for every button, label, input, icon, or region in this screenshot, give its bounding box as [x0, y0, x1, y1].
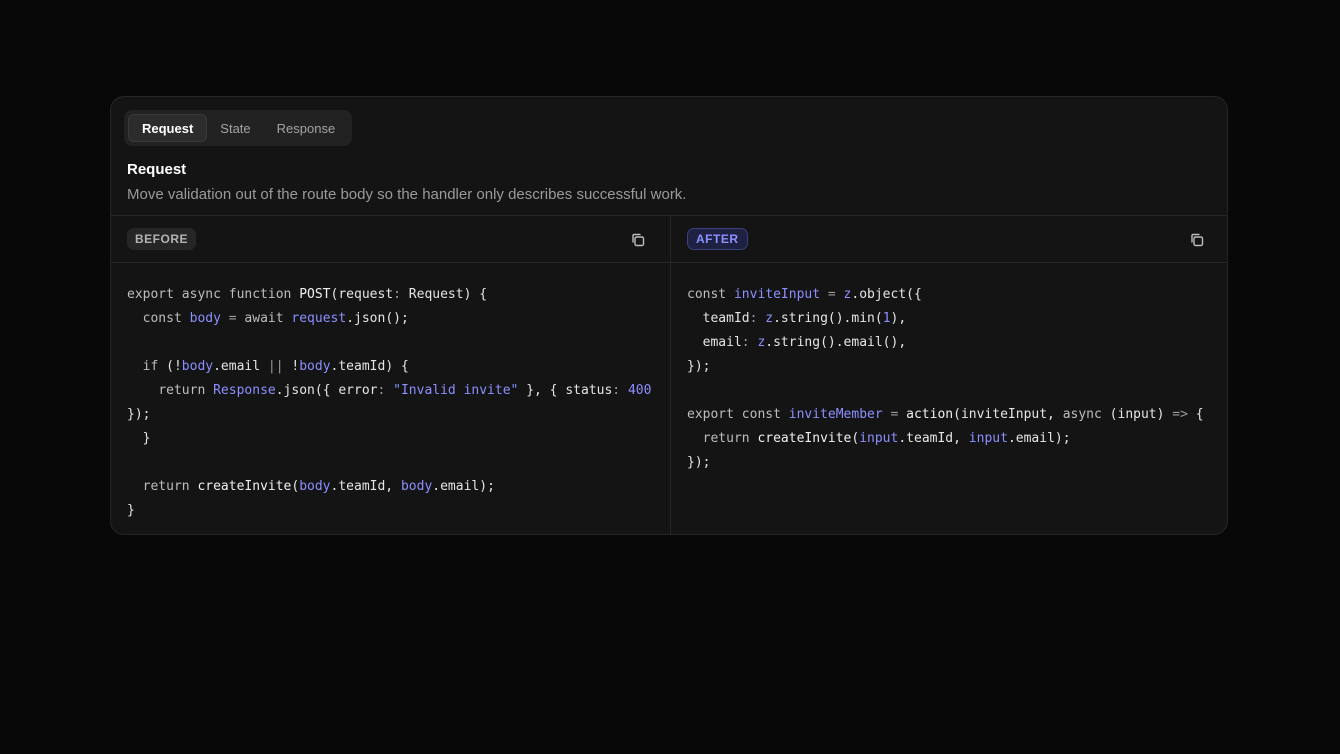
- section-description: Move validation out of the route body so…: [127, 186, 687, 203]
- after-badge: AFTER: [687, 228, 748, 250]
- tab-state[interactable]: State: [207, 114, 263, 142]
- before-badge: BEFORE: [127, 228, 197, 250]
- tab-bar: Request State Response: [124, 110, 353, 146]
- after-code-block: const inviteInput = z.object({ teamId: z…: [687, 287, 1204, 470]
- copy-icon[interactable]: [630, 232, 646, 248]
- before-pane-header: BEFORE: [111, 216, 670, 263]
- before-pane: BEFORE export async function POST(reques…: [111, 216, 671, 534]
- before-code-block: export async function POST(request: Requ…: [127, 287, 652, 518]
- section-title: Request: [127, 161, 187, 178]
- code-comparison-card: Request State Response Request Move vali…: [110, 96, 1228, 535]
- after-pane-header: AFTER: [671, 216, 1227, 263]
- copy-icon[interactable]: [1189, 232, 1205, 248]
- tab-response[interactable]: Response: [264, 114, 349, 142]
- after-pane: AFTER const inviteInput = z.object({ tea…: [671, 216, 1227, 534]
- tab-request[interactable]: Request: [128, 114, 208, 142]
